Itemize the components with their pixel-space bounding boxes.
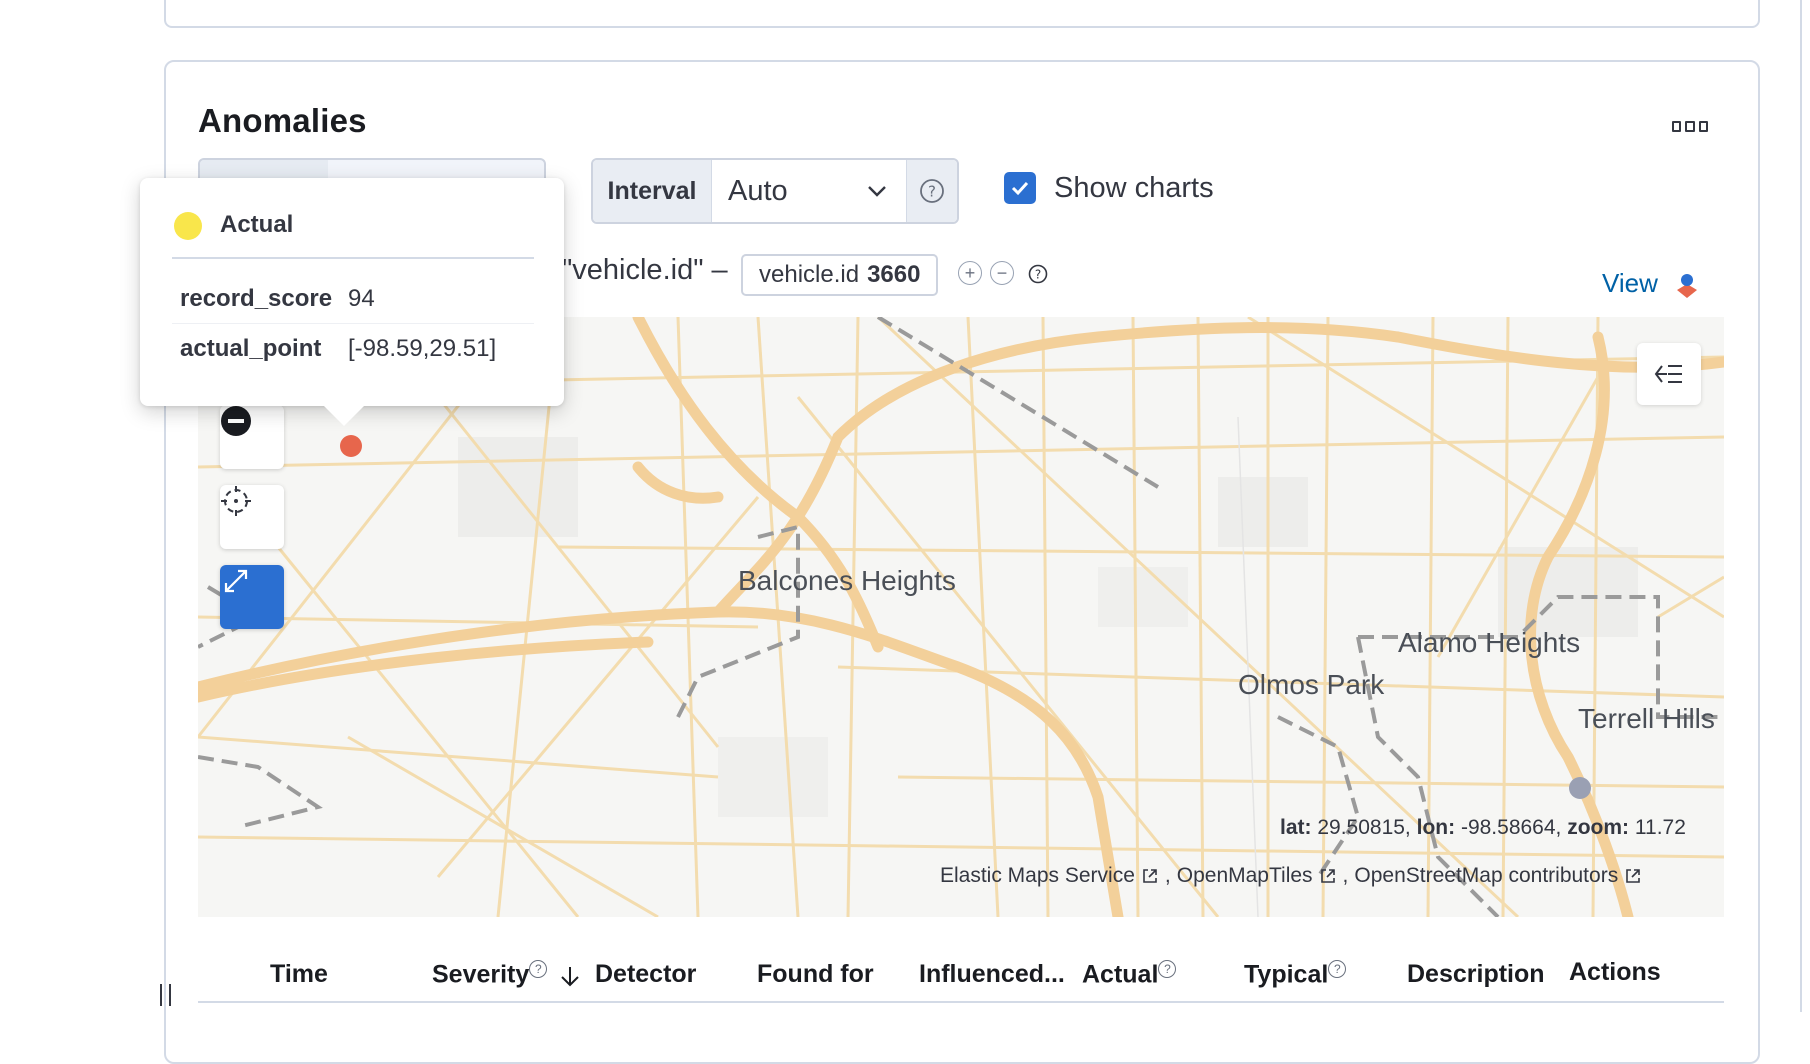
- chevron-down-icon: [868, 186, 886, 197]
- show-charts-checkbox[interactable]: [1004, 172, 1036, 204]
- tooltip-series-name: Actual: [220, 211, 294, 238]
- attribution-link[interactable]: OpenStreetMap contributors: [1354, 864, 1618, 888]
- table-header-divider: [198, 1001, 1724, 1003]
- map-point[interactable]: [1569, 777, 1591, 799]
- column-header-description[interactable]: Description: [1407, 960, 1545, 989]
- lon-label: lon:: [1416, 816, 1456, 839]
- menu-left-icon: [1654, 365, 1682, 383]
- check-icon: [1011, 181, 1029, 196]
- tooltip-key: actual_point: [180, 335, 322, 362]
- column-header-label: Actual: [1082, 960, 1159, 989]
- help-icon[interactable]: ?: [906, 160, 957, 222]
- locate-button[interactable]: [220, 485, 284, 549]
- tooltip-key: record_score: [180, 285, 333, 312]
- fullscreen-button[interactable]: [220, 565, 284, 629]
- ellipsis-icon[interactable]: [1672, 118, 1708, 134]
- anomaly-point[interactable]: [340, 435, 362, 457]
- interval-value-text: Auto: [728, 174, 788, 207]
- tooltip-value: [-98.59,29.51]: [348, 335, 497, 362]
- help-icon[interactable]: ?: [1158, 960, 1177, 978]
- attribution-link[interactable]: Elastic Maps Service: [940, 864, 1135, 888]
- interval-value[interactable]: Auto: [712, 160, 906, 222]
- column-header-severity[interactable]: Severity?: [432, 960, 582, 989]
- zoom-out-button[interactable]: [220, 405, 284, 469]
- layer-control-button[interactable]: [1637, 343, 1701, 405]
- show-charts-label: Show charts: [1054, 172, 1214, 204]
- zoom-value: 11.72: [1634, 816, 1686, 839]
- tooltip-value: 94: [348, 285, 375, 312]
- crosshair-icon: [221, 486, 251, 516]
- expand-icon: [224, 569, 248, 593]
- sort-descending-icon: [561, 966, 579, 987]
- svg-text:?: ?: [928, 183, 936, 201]
- zoom-label: zoom:: [1567, 816, 1630, 839]
- external-link-icon: [1143, 869, 1157, 883]
- column-header-label: Typical: [1244, 960, 1329, 989]
- tooltip-arrow: [322, 404, 366, 426]
- badge-field: vehicle.id: [759, 261, 860, 288]
- external-link-icon: [1626, 869, 1641, 883]
- badge-value: 3660: [867, 261, 921, 288]
- tooltip-divider: [172, 257, 534, 259]
- column-header-typical[interactable]: Typical?: [1244, 960, 1347, 989]
- lat-value: 29.50815,: [1317, 816, 1411, 839]
- column-header-detector[interactable]: Detector: [595, 960, 696, 989]
- lon-value: -98.58664,: [1460, 816, 1562, 839]
- column-header-time[interactable]: Time: [270, 960, 328, 989]
- column-header-actions: Actions: [1569, 958, 1661, 986]
- minus-circle-icon: [221, 406, 251, 436]
- remove-filter-icon[interactable]: −: [990, 261, 1014, 285]
- column-header-label: Severity: [432, 960, 530, 989]
- interval-select[interactable]: Interval Auto ?: [591, 158, 959, 224]
- help-icon[interactable]: ?: [1028, 264, 1048, 289]
- attribution-link[interactable]: OpenMapTiles: [1177, 864, 1313, 888]
- interval-label: Interval: [593, 160, 712, 222]
- previous-panel: [164, 0, 1760, 28]
- svg-text:?: ?: [1035, 268, 1041, 282]
- tooltip-row-divider: [172, 323, 534, 324]
- chart-title: "vehicle.id" –: [562, 254, 728, 286]
- place-label: Alamo Heights: [1398, 627, 1581, 658]
- panel-title: Anomalies: [198, 102, 367, 139]
- place-label: Terrell Hills: [1578, 703, 1715, 734]
- external-link-icon: [1320, 869, 1335, 883]
- entity-badge: vehicle.id 3660: [741, 254, 939, 296]
- map-coordinates: lat: 29.50815, lon: -98.58664, zoom: 11.…: [1280, 816, 1686, 840]
- place-label: Balcones Heights: [738, 565, 956, 596]
- map-attribution: Elastic Maps Service , OpenMapTiles , Op…: [940, 864, 1642, 888]
- page-scrollbar[interactable]: [1800, 0, 1802, 1012]
- maps-app-icon[interactable]: [1674, 272, 1700, 305]
- column-header-actual[interactable]: Actual?: [1082, 960, 1177, 989]
- lat-label: lat:: [1280, 816, 1312, 839]
- help-icon[interactable]: ?: [1328, 960, 1347, 978]
- add-filter-icon[interactable]: +: [958, 261, 982, 285]
- column-resize-handle[interactable]: [160, 984, 171, 1006]
- column-header-found-for[interactable]: Found for: [757, 960, 874, 989]
- series-color-dot: [174, 212, 202, 240]
- view-in-maps-link[interactable]: View: [1602, 268, 1658, 299]
- place-label: Olmos Park: [1238, 669, 1385, 700]
- column-header-influenced[interactable]: Influenced...: [919, 960, 1065, 989]
- help-icon[interactable]: ?: [529, 960, 548, 978]
